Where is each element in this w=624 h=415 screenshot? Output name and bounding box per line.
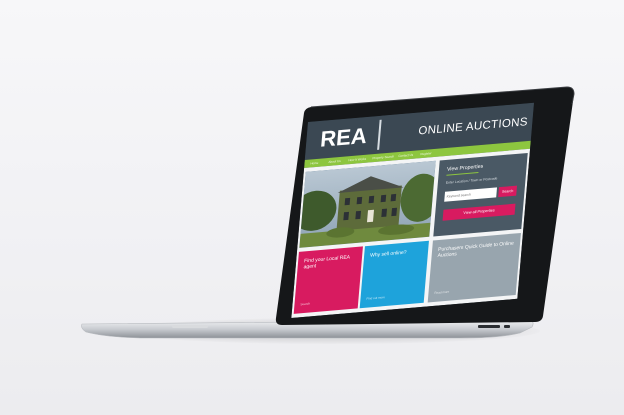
panel-subtitle: Enter Location / Town or Postcode <box>445 176 498 185</box>
tile-link[interactable]: Read more <box>434 290 449 295</box>
house-photo-icon <box>299 160 436 248</box>
view-all-properties-button[interactable]: View all Properties <box>442 203 516 221</box>
tile-title: Purchasers Quick Guide to Online Auction… <box>437 240 514 260</box>
laptop-lid: REA ONLINE AUCTIONS Home About Us How It… <box>0 0 624 415</box>
tile-why-sell-online[interactable]: Why sell online? Find out more <box>359 240 429 309</box>
logo-divider <box>377 119 382 150</box>
tile-title: Why sell online? <box>369 249 407 259</box>
view-properties-panel: View Properties Enter Location / Town or… <box>433 152 528 237</box>
tile-title: Find your Local REA agent <box>303 254 350 271</box>
tile-link[interactable]: Search <box>300 302 310 307</box>
rea-logo[interactable]: REA <box>319 123 368 152</box>
search-button[interactable]: Search <box>498 185 518 198</box>
panel-title-underline <box>446 172 479 176</box>
keyword-search-input[interactable] <box>444 187 498 202</box>
tile-link[interactable]: Find out more <box>366 295 385 301</box>
product-scene: REA ONLINE AUCTIONS Home About Us How It… <box>0 0 624 415</box>
tile-find-agent[interactable]: Find your Local REA agent Search <box>293 246 363 314</box>
header-title: ONLINE AUCTIONS <box>417 116 529 138</box>
laptop-screen: REA ONLINE AUCTIONS Home About Us How It… <box>291 102 534 318</box>
tile-purchasers-guide[interactable]: Purchasers Quick Guide to Online Auction… <box>427 232 521 303</box>
hero-image <box>299 160 436 248</box>
page-body: View Properties Enter Location / Town or… <box>291 148 531 318</box>
